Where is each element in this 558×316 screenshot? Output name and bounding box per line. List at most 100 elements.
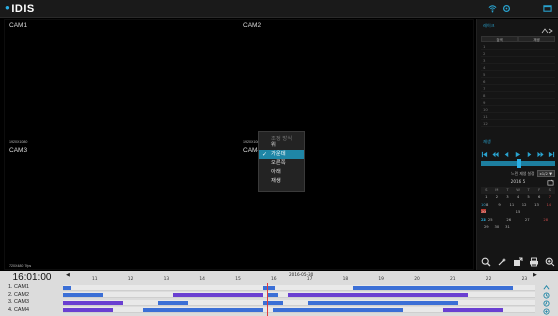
record-segment	[268, 293, 278, 297]
calendar-day[interactable]: 11	[506, 202, 518, 209]
calendar-day[interactable]: 4	[513, 194, 524, 201]
event-segment	[63, 300, 123, 305]
camera-grid[interactable]: CAM1 CAM2 1920X1080 CAM3 1920X1080 CAM4 …	[4, 19, 474, 270]
hour-tick-label: 15	[235, 277, 241, 282]
step-back-icon[interactable]	[503, 151, 510, 158]
calendar-week: 29 30 31	[481, 224, 555, 231]
settings-icon[interactable]	[502, 4, 511, 13]
skip-start-icon[interactable]	[481, 151, 488, 158]
channel-row[interactable]: 2	[481, 50, 555, 57]
play-icon[interactable]	[514, 151, 521, 158]
calendar-day[interactable]: 21	[481, 209, 486, 214]
panel-collapse-icon[interactable]	[541, 28, 555, 34]
clock-icon[interactable]	[542, 300, 550, 307]
channel-row[interactable]: 6	[481, 78, 555, 85]
channel-row[interactable]: 7	[481, 85, 555, 92]
calendar-day[interactable]: 7	[544, 194, 555, 201]
calendar-day[interactable]: 28	[537, 217, 556, 224]
timeline-row[interactable]	[63, 299, 535, 306]
alignment-context-menu[interactable]: 조정 방식 위 ✓ 가운데 오른쪽 아래 재생	[258, 131, 305, 192]
calendar-day[interactable]: 5	[523, 194, 534, 201]
panel-tabs: 검색 재생	[481, 36, 555, 42]
calendar-day[interactable]: 31	[502, 224, 513, 231]
menu-item-center[interactable]: ✓ 가운데	[259, 150, 304, 159]
clock-icon[interactable]	[542, 292, 550, 299]
channel-row[interactable]: 4	[481, 64, 555, 71]
fast-forward-icon[interactable]	[537, 151, 544, 158]
calendar-day[interactable]: 29	[481, 224, 492, 231]
fast-rewind-icon[interactable]	[492, 151, 499, 158]
channel-row[interactable]: 1	[481, 43, 555, 50]
timeline-side-buttons	[540, 283, 552, 316]
event-segment	[288, 293, 468, 297]
window-icon[interactable]	[543, 4, 552, 13]
speed-dropdown[interactable]: x1/2 ▼	[536, 170, 555, 177]
hour-tick-label: 11	[92, 277, 98, 282]
check-icon: ✓	[262, 151, 268, 158]
timeline-next-icon[interactable]: ▶	[533, 272, 537, 278]
channel-row[interactable]: 5	[481, 71, 555, 78]
calendar-day[interactable]: 6	[534, 194, 545, 201]
calendar-day[interactable]: 9	[493, 202, 505, 209]
channel-row[interactable]: 8	[481, 92, 555, 99]
playback-controls	[481, 150, 555, 159]
record-segment	[158, 300, 188, 305]
chevron-up-icon[interactable]	[542, 284, 550, 291]
event-segment	[173, 293, 263, 297]
calendar-week: 15161718192021	[481, 209, 555, 216]
timeline-cursor[interactable]	[267, 283, 268, 316]
hour-tick-label: 19	[378, 277, 384, 282]
timeline-row[interactable]	[63, 284, 535, 291]
calendar-day[interactable]: 14	[543, 202, 555, 209]
step-forward-icon[interactable]	[526, 151, 533, 158]
calendar-day[interactable]: 15	[481, 209, 555, 216]
record-segment	[63, 293, 103, 297]
tab-playback[interactable]: 재생	[518, 36, 555, 42]
zoom-in-icon[interactable]	[542, 308, 550, 315]
record-segment	[63, 285, 71, 290]
right-panel: 레이크 검색 재생 1 2 3 4 5 6 7 8 9 10 11 12 재생 …	[476, 19, 558, 270]
record-segment	[263, 285, 275, 290]
calendar-day[interactable]: 3	[502, 194, 513, 201]
timeline-prev-icon[interactable]: ◀	[66, 272, 70, 278]
channel-row[interactable]: 3	[481, 57, 555, 64]
calendar-day[interactable]: 27	[518, 217, 537, 224]
hour-tick-label: 22	[485, 277, 492, 282]
playback-title: 재생	[483, 139, 491, 144]
zoom-icon[interactable]	[545, 257, 555, 267]
calendar-day	[523, 224, 534, 231]
calendar-menu-icon[interactable]	[547, 179, 554, 186]
calendar-day[interactable]: 10	[481, 202, 486, 207]
hour-tick-label: 16	[271, 277, 277, 282]
calendar-day[interactable]: 26	[500, 217, 519, 224]
menu-item-bottom[interactable]: 아래	[259, 168, 304, 177]
hour-tick-label: 20	[414, 277, 420, 282]
tab-search[interactable]: 검색	[481, 36, 518, 42]
hour-tick-label: 18	[342, 277, 349, 282]
menu-item-play[interactable]: 재생	[259, 177, 304, 186]
current-time: 16:01:00	[12, 272, 52, 283]
print-icon[interactable]	[529, 257, 539, 267]
search-icon[interactable]	[481, 257, 491, 267]
calendar-day[interactable]: 12	[518, 202, 530, 209]
calendar-day[interactable]: 30	[492, 224, 503, 231]
calendar-day[interactable]: 1	[481, 194, 492, 201]
channel-row[interactable]: 9	[481, 99, 555, 106]
skip-end-icon[interactable]	[548, 151, 555, 158]
menu-item-right[interactable]: 오른쪽	[259, 159, 304, 168]
channel-row[interactable]: 10	[481, 106, 555, 113]
bottom-resolution: 720X480 7fps	[9, 264, 32, 268]
top-bar: ●IDIS	[0, 0, 558, 18]
timeline-row[interactable]	[63, 292, 535, 298]
calendar-day[interactable]: 2	[492, 194, 503, 201]
menu-item-top[interactable]: 위	[259, 141, 304, 150]
wand-icon[interactable]	[497, 257, 507, 267]
calendar-day[interactable]: 13	[530, 202, 542, 209]
speed-slider-thumb[interactable]	[517, 159, 521, 168]
export-icon[interactable]	[513, 257, 523, 267]
channel-row[interactable]: 12	[481, 120, 555, 127]
wifi-icon[interactable]	[488, 4, 497, 13]
calendar-day[interactable]: 24	[481, 217, 486, 222]
timeline-row[interactable]	[63, 307, 535, 313]
channel-row[interactable]: 11	[481, 113, 555, 120]
